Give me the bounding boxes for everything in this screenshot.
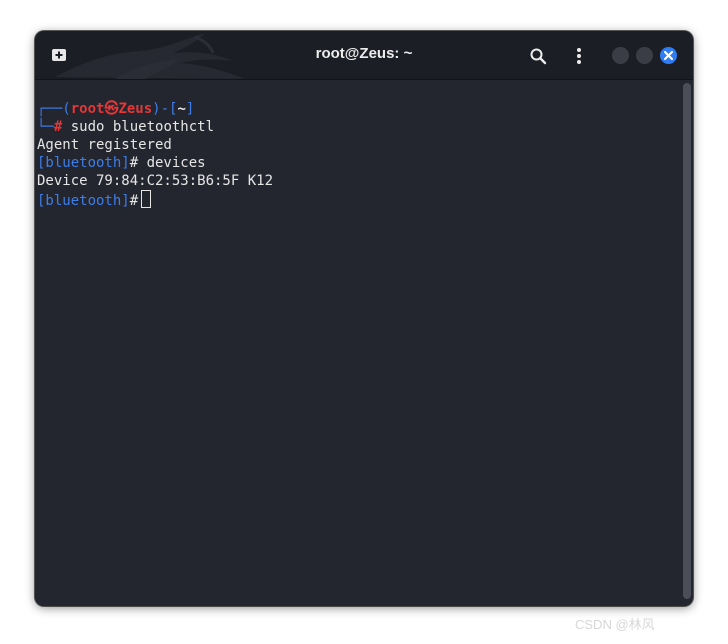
prompt-box-close: ] <box>185 101 195 117</box>
watermark: CSDN @林风 <box>575 617 655 632</box>
title-bar[interactable]: root@Zeus: ~ <box>35 31 693 80</box>
close-icon <box>664 51 673 60</box>
prompt-at-symbol: ㉿ <box>104 101 119 117</box>
output-line: Agent registered <box>37 137 172 153</box>
search-icon <box>530 48 547 65</box>
window-title: root@Zeus: ~ <box>315 45 413 62</box>
maximize-button[interactable] <box>636 47 653 64</box>
text-cursor <box>141 190 152 208</box>
prompt-cwd: ~ <box>177 101 186 117</box>
scrollbar[interactable] <box>683 83 691 601</box>
menu-button[interactable] <box>568 45 590 67</box>
prompt-box-top: ┌──( <box>37 101 71 117</box>
prompt-hash: # <box>129 193 139 209</box>
bluetooth-command-line: [bluetooth]# devices <box>37 154 273 172</box>
terminal-area[interactable]: ┌──(root㉿Zeus)-[~] └─# sudo bluetoothctl… <box>35 80 693 606</box>
close-button[interactable] <box>660 47 677 64</box>
terminal-window: root@Zeus: ~ ┌──(root㉿Zeus)-[~] └─# sudo… <box>35 31 693 606</box>
scrollbar-thumb[interactable] <box>683 83 691 599</box>
active-bluetooth-line[interactable]: [bluetooth]# <box>37 190 273 209</box>
bluetooth-prompt: [bluetooth] <box>37 155 130 171</box>
device-output-line: Device 79:84:C2:53:B6:5F K12 <box>37 173 274 189</box>
shell-prompt-line: ┌──(root㉿Zeus)-[~] <box>37 100 273 118</box>
terminal-output: ┌──(root㉿Zeus)-[~] └─# sudo bluetoothctl… <box>37 100 274 209</box>
prompt-mid: )-[ <box>152 101 178 117</box>
command-line: └─# sudo bluetoothctl <box>37 118 273 136</box>
bluetooth-prompt: [bluetooth] <box>37 193 130 209</box>
kebab-menu-icon <box>577 48 581 64</box>
minimize-button[interactable] <box>612 47 629 64</box>
search-button[interactable] <box>527 45 549 67</box>
prompt-user: root <box>70 101 105 117</box>
bluetooth-command-text: # devices <box>129 155 206 171</box>
prompt-host: Zeus <box>118 101 153 117</box>
prompt-box-bottom: └─ <box>37 119 54 135</box>
command-text: sudo bluetoothctl <box>62 119 215 135</box>
